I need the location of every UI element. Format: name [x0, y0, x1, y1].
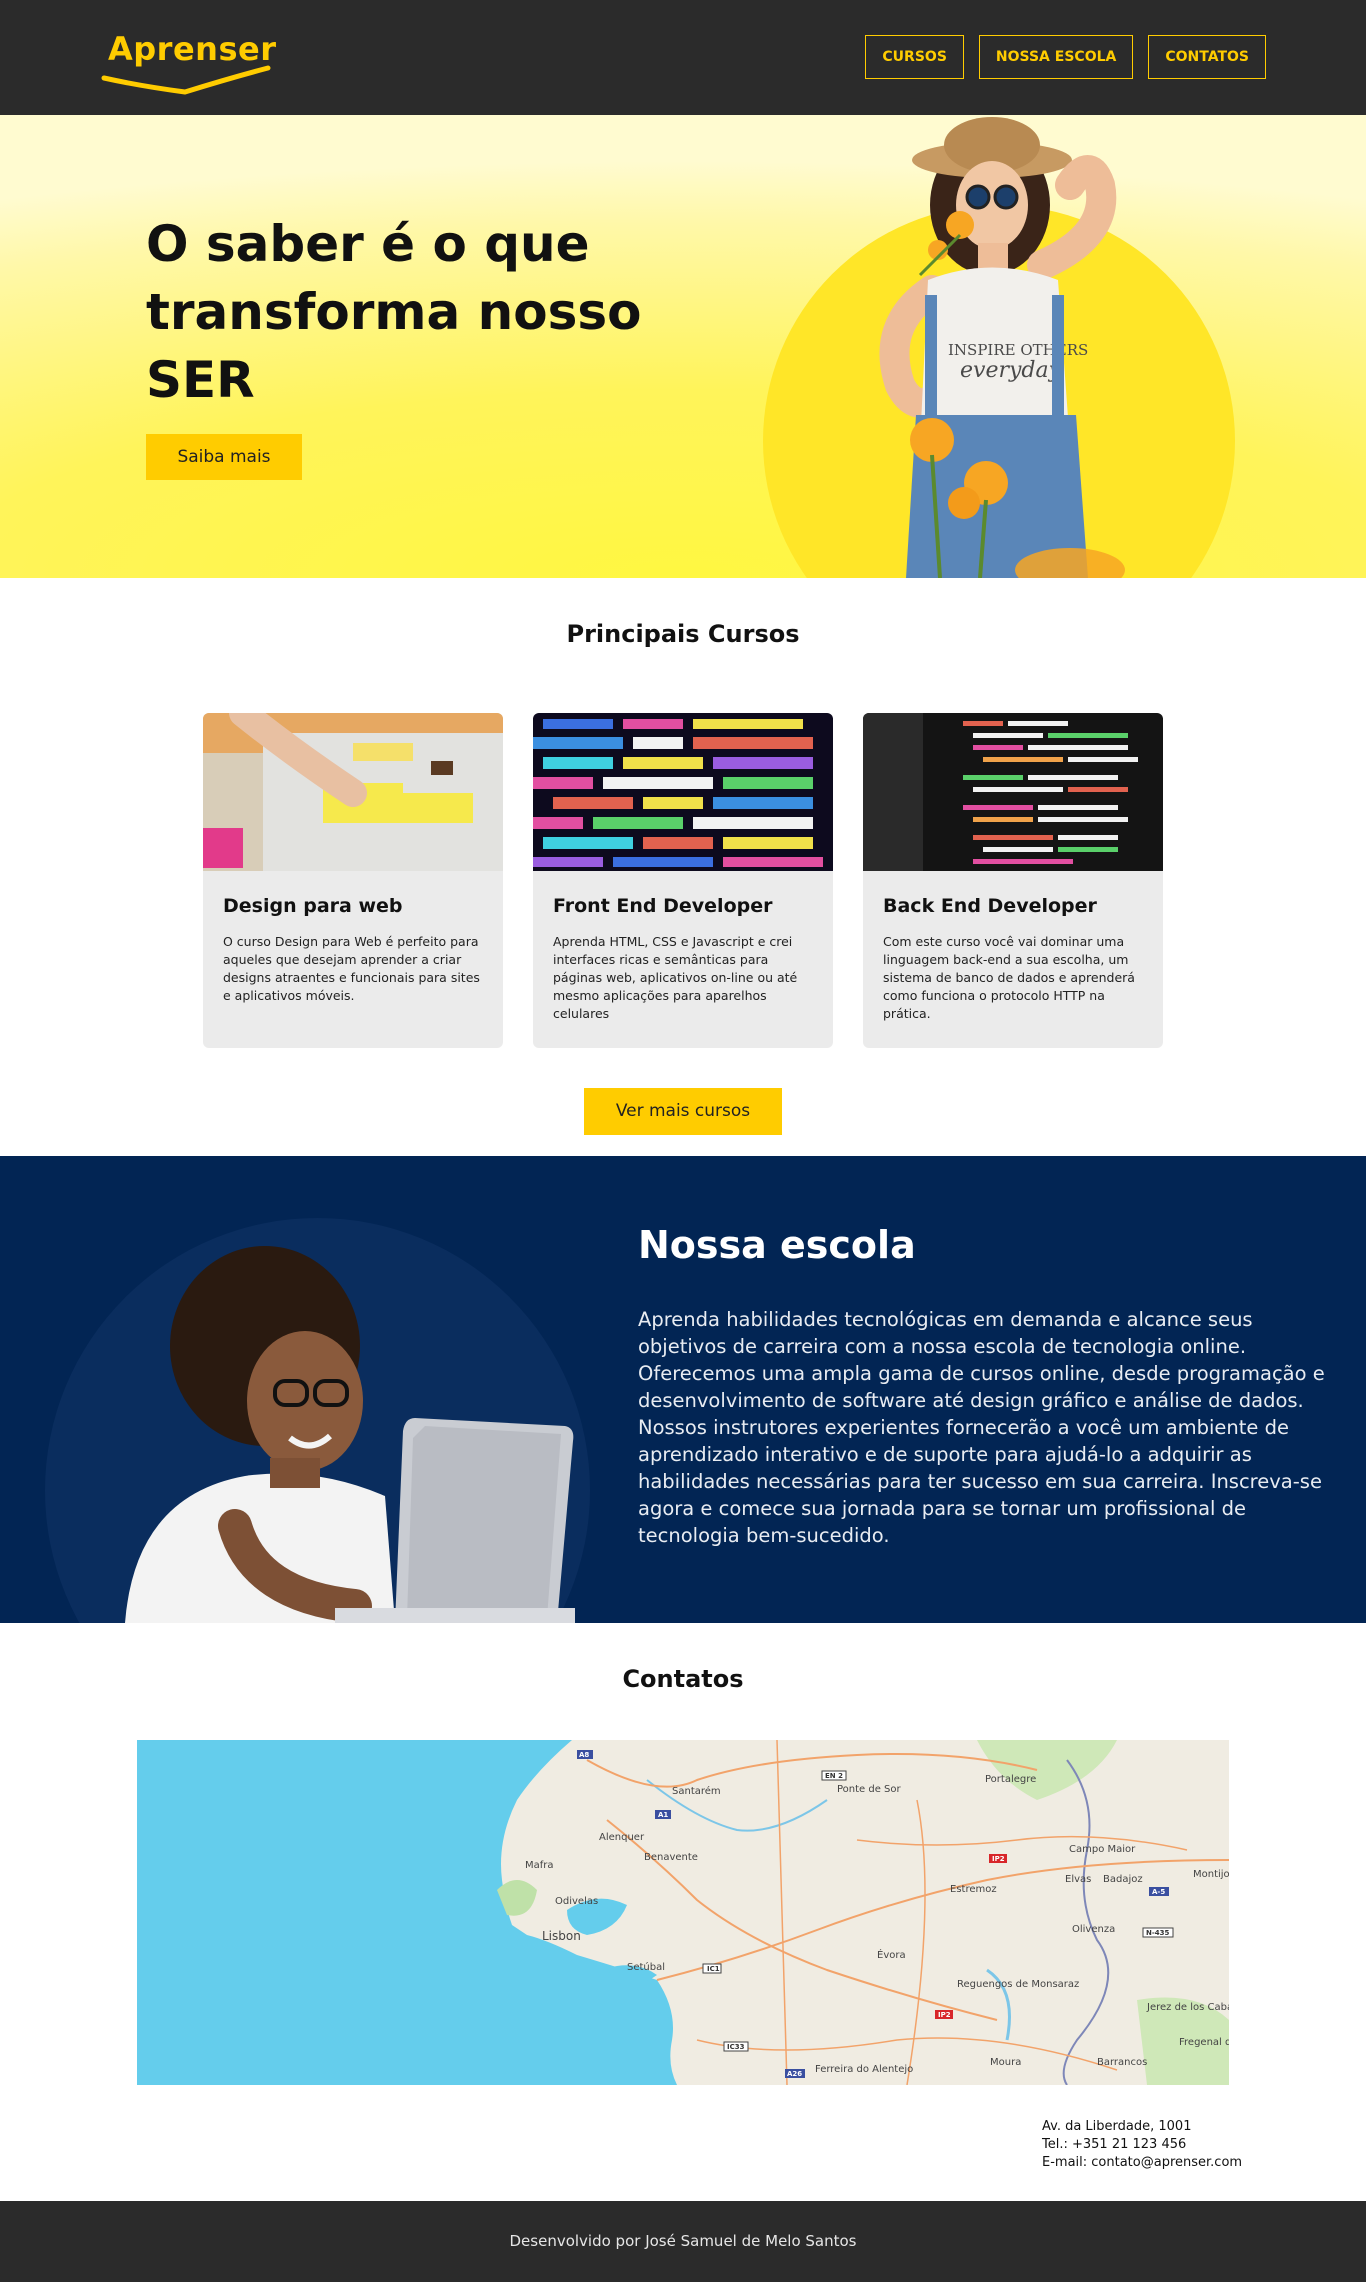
address-phone: Tel.: +351 21 123 456	[1042, 2137, 1187, 2152]
courses-title: Principais Cursos	[566, 620, 800, 648]
school-title: Nossa escola	[638, 1223, 916, 1267]
map-city-label: Ferreira do Alentejo	[815, 2064, 913, 2075]
site-footer: Desenvolvido por José Samuel de Melo San…	[0, 2201, 1366, 2282]
address-street: Av. da Liberdade, 1001	[1042, 2119, 1192, 2134]
map-road-label: A-5	[1152, 1888, 1165, 1896]
map-road-label: EN 2	[825, 1772, 843, 1780]
map-road-label: IP2	[992, 1855, 1005, 1863]
course-title: Design para web	[223, 895, 403, 917]
map-city-label: Odivelas	[555, 1896, 598, 1907]
map-city-label: Reguengos de Monsaraz	[957, 1979, 1079, 1990]
logo[interactable]: Aprenser	[100, 30, 276, 100]
course-card-frontend[interactable]: Front End Developer Aprenda HTML, CSS e …	[533, 713, 833, 1048]
map-city-label: Barrancos	[1097, 2057, 1147, 2068]
course-description: O curso Design para Web é perfeito para …	[223, 934, 480, 1003]
svg-text:INSPIRE OTHERS: INSPIRE OTHERS	[948, 341, 1088, 359]
contacts-title: Contatos	[622, 1665, 744, 1693]
map-road-label: IC1	[707, 1965, 720, 1973]
school-description: Aprenda habilidades tecnológicas em dema…	[638, 1308, 1325, 1547]
map-city-label: Santarém	[672, 1785, 721, 1797]
ver-mais-cursos-button[interactable]: Ver mais cursos	[584, 1088, 782, 1135]
map-road-label: IC33	[727, 2043, 745, 2051]
location-map[interactable]: Santarém Ponte de Sor Portalegre Alenque…	[137, 1740, 1229, 2085]
map-city-label: Jerez de los Caballeros	[1146, 2002, 1229, 2013]
course-description: Aprenda HTML, CSS e Javascript e crei in…	[553, 934, 798, 1021]
course-card-backend[interactable]: Back End Developer Com este curso você v…	[863, 713, 1163, 1048]
map-canvas: Santarém Ponte de Sor Portalegre Alenque…	[137, 1740, 1229, 2085]
map-city-label: Évora	[877, 1948, 906, 1961]
map-city-label: Lisbon	[542, 1929, 581, 1943]
map-road-label: IP2	[938, 2011, 951, 2019]
main-nav: CURSOS NOSSA ESCOLA CONTATOS	[865, 35, 1266, 79]
map-city-label: Moura	[990, 2057, 1021, 2068]
map-city-label: Campo Maior	[1069, 1844, 1136, 1855]
course-title: Front End Developer	[553, 895, 773, 917]
hero-section: INSPIRE OTHERS everyday O saber é o que …	[0, 115, 1366, 578]
svg-text:everyday: everyday	[960, 358, 1062, 383]
design-course-image	[203, 713, 503, 871]
site-header: Aprenser CURSOS NOSSA ESCOLA CONTATOS	[0, 0, 1366, 115]
school-student-photo	[125, 1246, 575, 1623]
map-road-label: A8	[579, 1751, 589, 1759]
saiba-mais-button[interactable]: Saiba mais	[146, 434, 302, 480]
contact-address: Av. da Liberdade, 1001 Tel.: +351 21 123…	[1042, 2118, 1242, 2172]
course-title: Back End Developer	[883, 895, 1097, 917]
course-cards: Design para web O curso Design para Web …	[203, 713, 1163, 1048]
map-city-label: Estremoz	[950, 1884, 997, 1895]
nav-contatos[interactable]: CONTATOS	[1148, 35, 1266, 79]
map-city-label: Montijo	[1193, 1869, 1229, 1880]
map-road-label: A1	[658, 1811, 668, 1819]
frontend-course-image	[533, 713, 833, 871]
school-section: Nossa escola Aprenda habilidades tecnoló…	[0, 1156, 1366, 1623]
map-city-label: Ponte de Sor	[837, 1784, 902, 1795]
backend-course-image	[863, 713, 1163, 871]
map-city-label: Portalegre	[985, 1774, 1036, 1785]
map-city-label: Setúbal	[627, 1961, 665, 1973]
map-city-label: Benavente	[644, 1852, 698, 1863]
map-city-label: Alenquer	[599, 1832, 645, 1843]
map-city-label: Fregenal de la Sierra	[1179, 2037, 1229, 2048]
nav-cursos[interactable]: CURSOS	[865, 35, 964, 79]
course-description: Com este curso você vai dominar uma ling…	[883, 934, 1135, 1021]
map-road-label: N-435	[1146, 1929, 1170, 1937]
course-card-design[interactable]: Design para web O curso Design para Web …	[203, 713, 503, 1048]
map-road-label: A26	[787, 2070, 802, 2078]
hero-title: O saber é o que transforma nosso SER	[146, 215, 642, 409]
map-city-label: Mafra	[525, 1860, 554, 1871]
nav-nossa-escola[interactable]: NOSSA ESCOLA	[978, 35, 1134, 79]
map-city-label: Olivenza	[1072, 1924, 1115, 1935]
address-email: E-mail: contato@aprenser.com	[1042, 2155, 1243, 2170]
map-city-label: Elvas	[1065, 1874, 1091, 1885]
logo-swoosh-icon	[101, 65, 271, 95]
map-city-label: Badajoz	[1103, 1874, 1143, 1885]
footer-credit: Desenvolvido por José Samuel de Melo San…	[509, 2232, 857, 2250]
hero-woman-photo: INSPIRE OTHERS everyday	[879, 117, 1125, 578]
